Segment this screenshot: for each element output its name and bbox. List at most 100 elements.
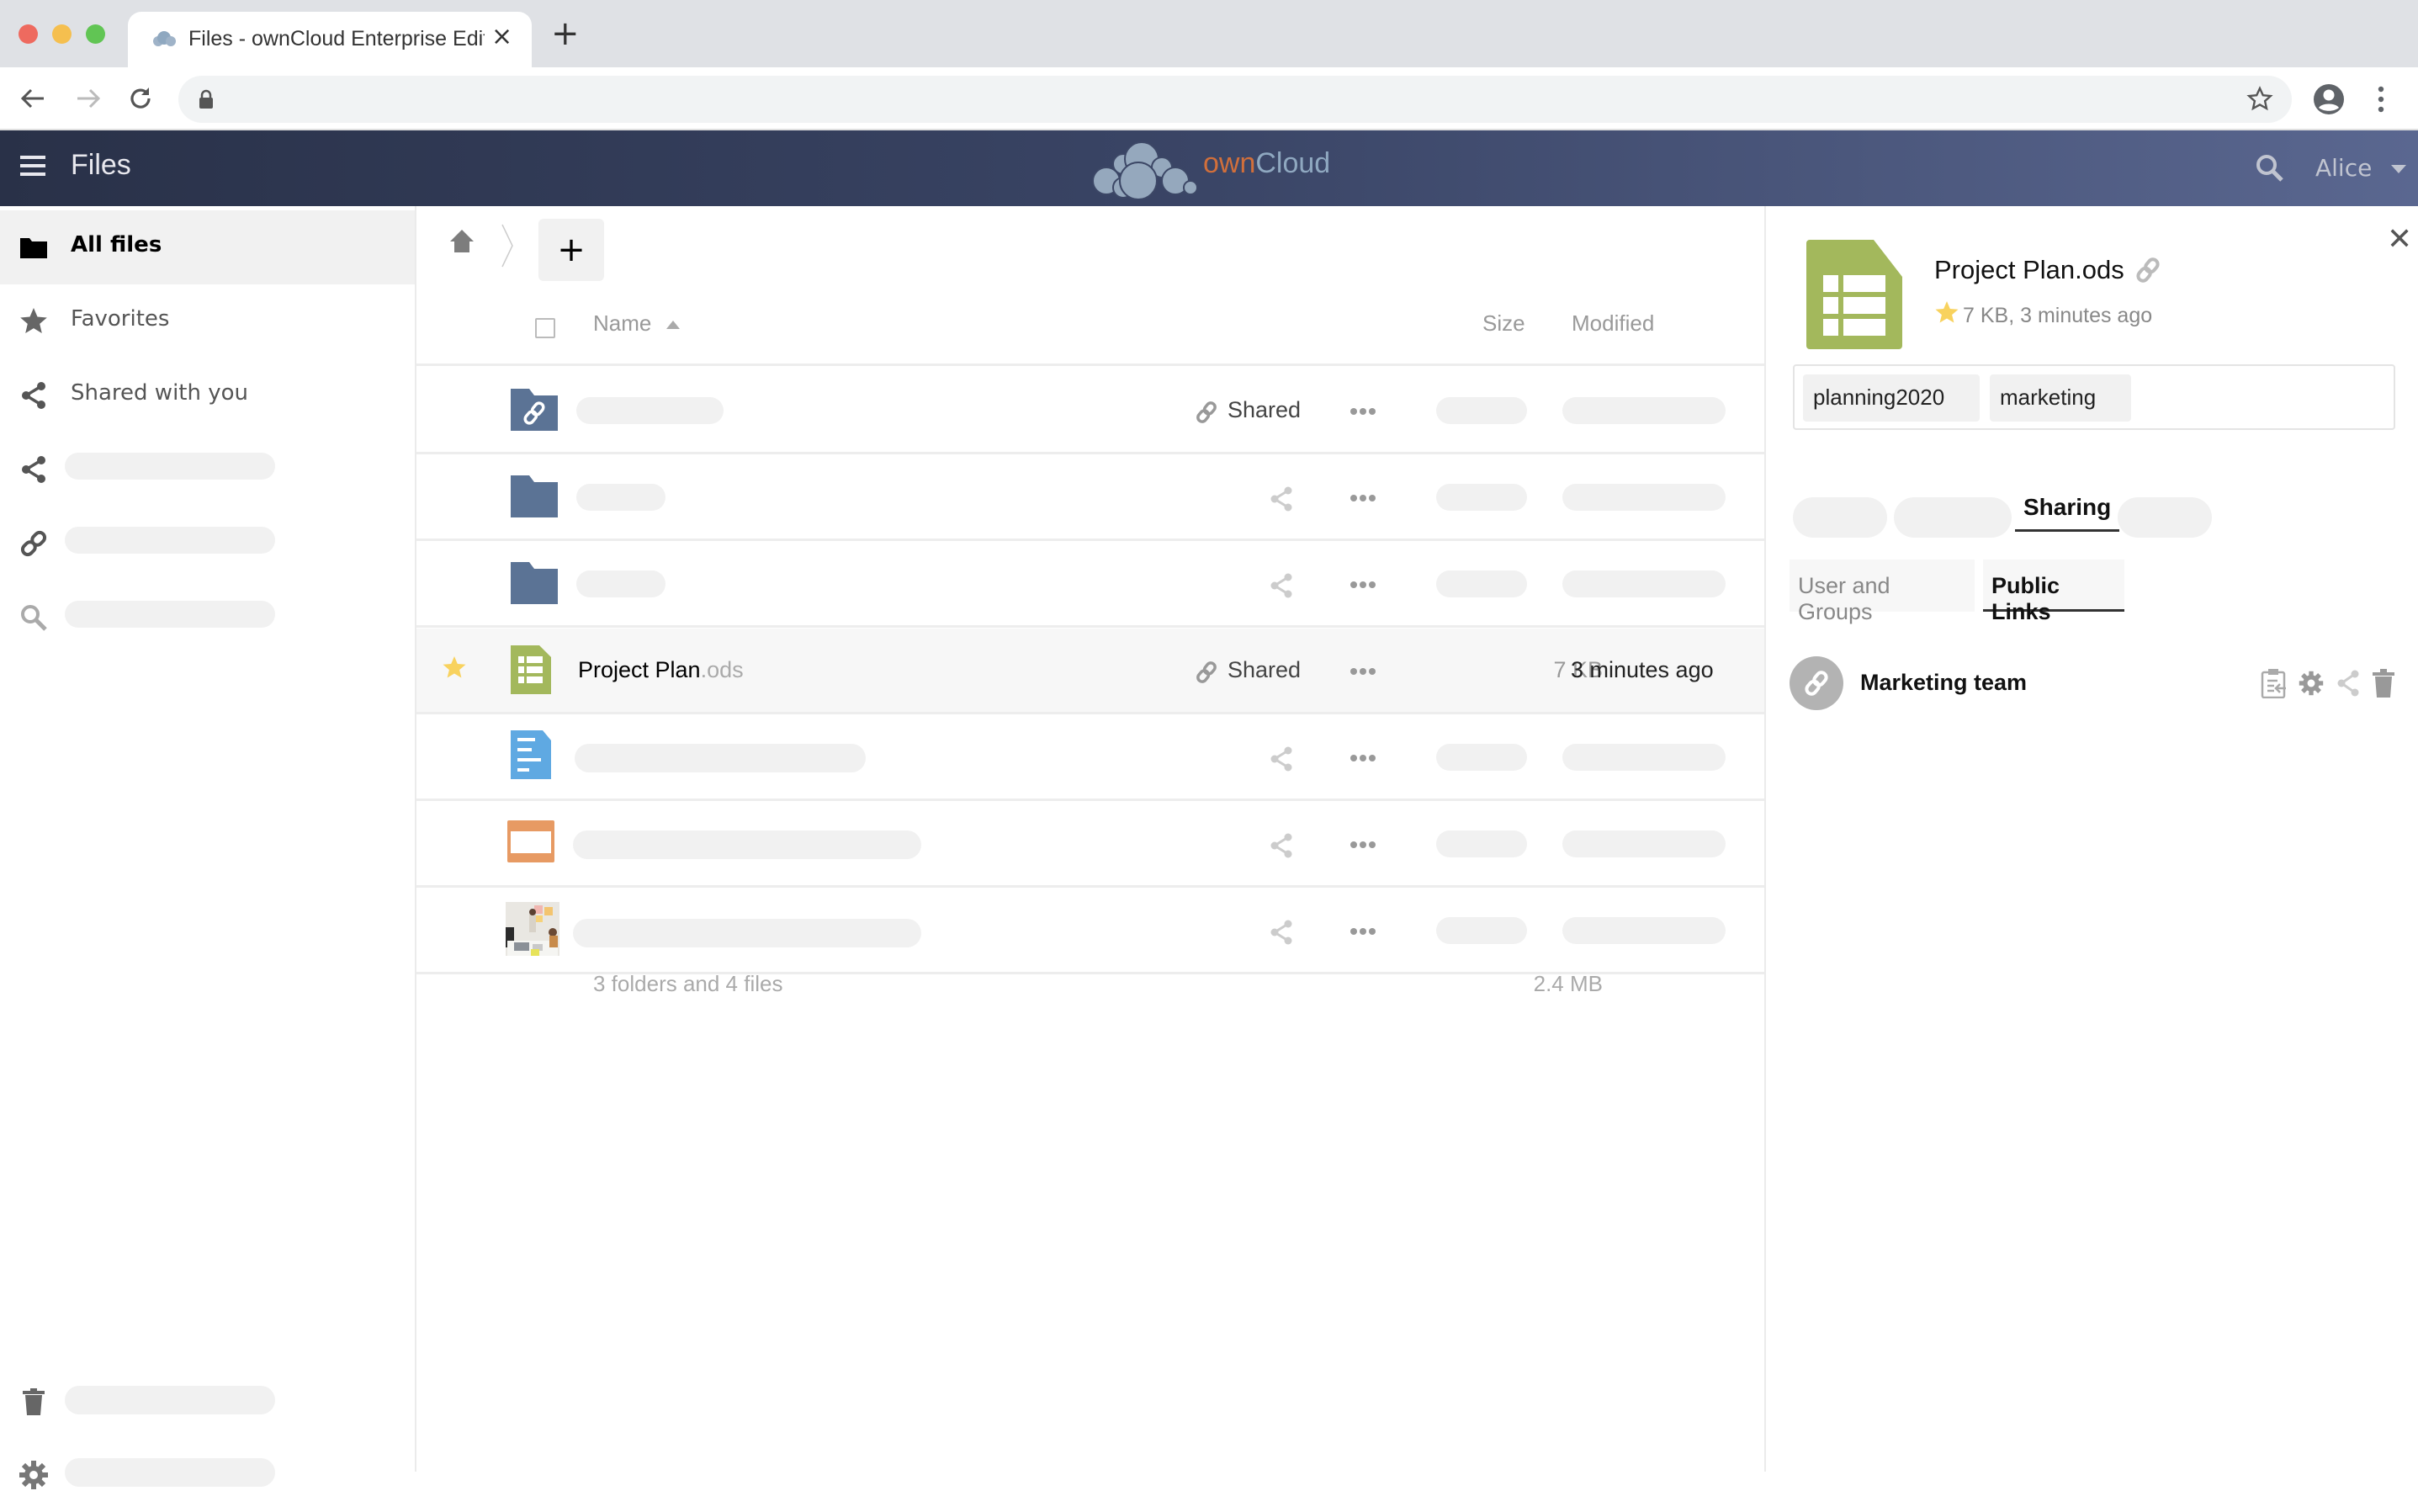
forward-icon[interactable] bbox=[74, 86, 103, 111]
details-filename: Project Plan.ods bbox=[1934, 255, 2124, 284]
folder-icon bbox=[20, 238, 47, 258]
address-bar[interactable] bbox=[178, 76, 2292, 123]
owncloud-wordmark: ownCloud bbox=[1203, 147, 1330, 180]
link-icon[interactable] bbox=[2134, 257, 2161, 284]
owncloud-logo-icon[interactable] bbox=[1090, 139, 1199, 199]
favorite-star-icon[interactable] bbox=[1934, 300, 1959, 326]
browser-tab[interactable]: Files - ownCloud Enterprise Edition × bbox=[128, 12, 532, 67]
link-icon bbox=[1805, 671, 1828, 696]
label-placeholder bbox=[65, 527, 275, 554]
tag-chip[interactable]: planning2020 bbox=[1803, 374, 1980, 422]
browser-menu-icon[interactable] bbox=[2374, 84, 2388, 114]
share-icon[interactable] bbox=[1268, 485, 1295, 512]
label-placeholder bbox=[65, 601, 275, 628]
gear-icon bbox=[19, 1461, 48, 1489]
star-icon bbox=[20, 308, 47, 333]
shared-status[interactable]: Shared bbox=[1228, 657, 1301, 683]
more-actions-icon[interactable] bbox=[1346, 745, 1380, 771]
table-row[interactable] bbox=[416, 802, 1764, 888]
more-actions-icon[interactable] bbox=[1346, 572, 1380, 597]
sidebar-item-shared-with-you[interactable]: Shared with you bbox=[0, 358, 415, 432]
user-menu[interactable]: Alice bbox=[2315, 154, 2407, 182]
filename-placeholder bbox=[576, 397, 724, 424]
subtab-user-and-groups[interactable]: User and Groups bbox=[1790, 560, 1975, 624]
column-name-header[interactable]: Name bbox=[593, 310, 680, 337]
trash-icon bbox=[23, 1388, 45, 1415]
reload-icon[interactable] bbox=[126, 84, 155, 113]
table-row[interactable] bbox=[416, 542, 1764, 628]
modified-placeholder bbox=[1562, 917, 1726, 944]
sidebar-item-settings[interactable] bbox=[0, 1438, 415, 1512]
hamburger-menu-icon[interactable] bbox=[20, 156, 45, 176]
filename-placeholder bbox=[573, 919, 921, 947]
more-actions-icon[interactable] bbox=[1346, 832, 1380, 857]
search-icon[interactable] bbox=[2253, 151, 2287, 185]
sidebar-item-favorites[interactable]: Favorites bbox=[0, 284, 415, 358]
size-placeholder bbox=[1436, 397, 1527, 424]
folder-icon bbox=[511, 562, 558, 604]
gear-icon[interactable] bbox=[2298, 668, 2325, 698]
tab-placeholder[interactable] bbox=[1894, 497, 2012, 538]
window-zoom-button[interactable] bbox=[86, 24, 105, 44]
table-row[interactable] bbox=[416, 715, 1764, 801]
tab-placeholder[interactable] bbox=[2118, 497, 2212, 538]
more-actions-icon[interactable] bbox=[1346, 659, 1380, 684]
lock-icon bbox=[199, 89, 213, 109]
share-icon[interactable] bbox=[1268, 572, 1295, 599]
sidebar: All files Favorites Shared with you bbox=[0, 206, 416, 1489]
owncloud-favicon-icon bbox=[153, 31, 176, 46]
shared-status[interactable]: Shared bbox=[1228, 397, 1301, 423]
select-all-checkbox[interactable] bbox=[535, 318, 555, 338]
subtab-public-links[interactable]: Public Links bbox=[1983, 560, 2124, 624]
share-icon[interactable] bbox=[1268, 745, 1295, 772]
browser-tab-bar: Files - ownCloud Enterprise Edition × + bbox=[0, 0, 2418, 67]
size-placeholder bbox=[1436, 830, 1527, 857]
size-placeholder bbox=[1436, 570, 1527, 597]
copy-to-clipboard-icon[interactable] bbox=[2261, 668, 2288, 698]
sidebar-item-shared-by-link[interactable] bbox=[0, 507, 415, 581]
tab-title: Files - ownCloud Enterprise Edition bbox=[188, 27, 485, 50]
share-icon[interactable] bbox=[1268, 832, 1295, 859]
column-size-header[interactable]: Size bbox=[1482, 310, 1525, 337]
share-icon[interactable] bbox=[1268, 919, 1295, 946]
table-row-project-plan[interactable]: Project Plan.ods Shared 7 KB 3 minutes a… bbox=[416, 629, 1764, 714]
tags-input[interactable]: planning2020 marketing bbox=[1793, 364, 2395, 430]
file-count-summary: 3 folders and 4 files bbox=[593, 971, 783, 996]
share-icon bbox=[22, 456, 45, 483]
close-panel-icon[interactable]: ✕ bbox=[2387, 221, 2412, 257]
file-name[interactable]: Project Plan.ods bbox=[578, 657, 744, 683]
label-placeholder bbox=[65, 1386, 275, 1414]
more-actions-icon[interactable] bbox=[1346, 485, 1380, 511]
sidebar-item-tags[interactable] bbox=[0, 581, 415, 655]
favorite-star-icon[interactable] bbox=[442, 655, 467, 681]
share-icon[interactable] bbox=[2335, 668, 2362, 698]
app-title[interactable]: Files bbox=[71, 149, 131, 182]
more-actions-icon[interactable] bbox=[1346, 399, 1380, 424]
sidebar-item-deleted-files[interactable] bbox=[0, 1366, 415, 1440]
presentation-icon bbox=[507, 820, 554, 862]
table-row[interactable]: Shared bbox=[416, 369, 1764, 454]
trash-icon[interactable] bbox=[2370, 668, 2397, 698]
sidebar-item-all-files[interactable]: All files bbox=[0, 210, 415, 284]
sidebar-item-shared-with-others[interactable] bbox=[0, 432, 415, 507]
tab-placeholder[interactable] bbox=[1793, 497, 1887, 538]
label-placeholder bbox=[65, 453, 275, 480]
filename-placeholder bbox=[576, 484, 665, 511]
tag-chip[interactable]: marketing bbox=[1990, 374, 2131, 422]
window-close-button[interactable] bbox=[19, 24, 38, 44]
new-file-button[interactable]: + bbox=[538, 219, 604, 281]
tab-sharing[interactable]: Sharing bbox=[2015, 494, 2120, 532]
home-icon[interactable] bbox=[448, 228, 475, 253]
close-tab-icon[interactable]: × bbox=[491, 22, 512, 51]
new-tab-button[interactable]: + bbox=[551, 17, 580, 50]
details-panel: ✕ Project Plan.ods 7 KB, 3 minutes ago p… bbox=[1764, 206, 2418, 1472]
column-modified-header[interactable]: Modified bbox=[1572, 310, 1654, 337]
back-icon[interactable] bbox=[19, 86, 47, 111]
more-actions-icon[interactable] bbox=[1346, 919, 1380, 944]
label-placeholder bbox=[65, 1458, 275, 1487]
sort-ascending-icon bbox=[665, 321, 680, 330]
table-row[interactable] bbox=[416, 455, 1764, 541]
profile-avatar-icon[interactable] bbox=[2312, 82, 2346, 116]
bookmark-star-icon[interactable] bbox=[2246, 86, 2273, 113]
window-minimize-button[interactable] bbox=[52, 24, 72, 44]
